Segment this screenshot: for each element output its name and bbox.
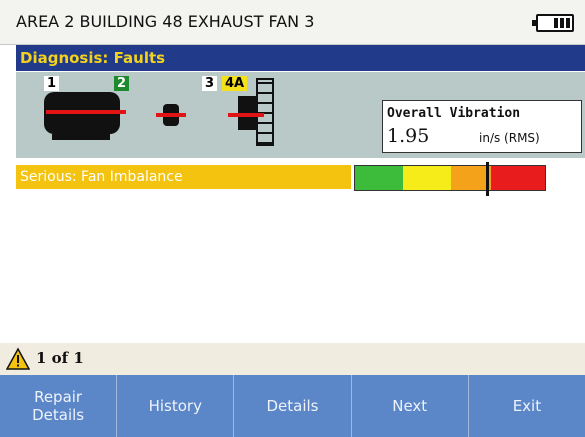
fan-icon [256, 78, 274, 146]
fault-text: Serious: Fan Imbalance [20, 169, 183, 185]
fan-shaft-line [228, 113, 264, 117]
asset-title: AREA 2 BUILDING 48 EXHAUST FAN 3 [16, 12, 315, 31]
overall-vibration-title: Overall Vibration [387, 106, 521, 121]
fault-row[interactable]: Serious: Fan Imbalance [16, 165, 351, 189]
coupling-shaft-line [156, 113, 186, 117]
history-button[interactable]: History [117, 375, 235, 437]
softkey-bar: Repair Details History Details Next Exit [0, 375, 585, 437]
overall-vibration-units: in/s (RMS) [479, 131, 540, 145]
battery-icon [532, 14, 574, 32]
overall-vibration-box: Overall Vibration 1.95 in/s (RMS) [382, 100, 582, 153]
point-3-label: 3 [202, 76, 218, 91]
point-4a-label: 4A [222, 76, 248, 91]
exit-button[interactable]: Exit [469, 375, 585, 437]
repair-details-button[interactable]: Repair Details [0, 375, 118, 437]
pager-text: 1 of 1 [36, 349, 84, 367]
severity-scale [354, 165, 546, 191]
details-button[interactable]: Details [234, 375, 352, 437]
motor-shaft-line [46, 110, 126, 114]
severity-segment [355, 166, 403, 190]
title-bar: AREA 2 BUILDING 48 EXHAUST FAN 3 [0, 0, 585, 45]
next-button[interactable]: Next [352, 375, 469, 437]
point-1-label: 1 [44, 76, 60, 91]
fault-pager: 1 of 1 [0, 343, 585, 375]
severity-segment [403, 166, 451, 190]
diagnosis-label: Diagnosis: Faults [20, 49, 166, 67]
machine-train-diagram: 1 2 3 4A Overall Vibration 1.95 in/s (RM… [16, 72, 585, 158]
motor-base [52, 134, 110, 140]
severity-segment [451, 166, 491, 190]
overall-vibration-value: 1.95 [387, 125, 430, 147]
point-2-label: 2 [114, 76, 130, 91]
warning-icon [6, 347, 30, 370]
severity-segment [491, 166, 545, 190]
diagnosis-bar: Diagnosis: Faults [16, 45, 585, 71]
severity-marker [486, 162, 489, 196]
